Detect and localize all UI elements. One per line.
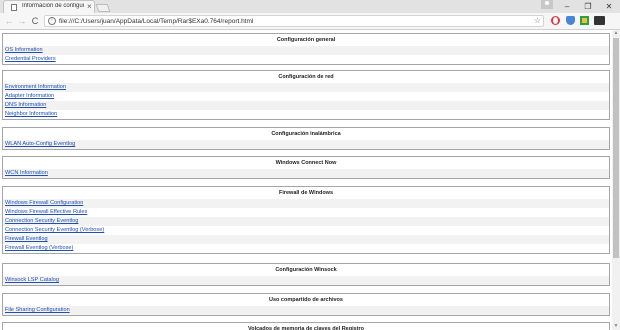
section-title: Volcados de memoria de claves del Regist… (247, 326, 365, 330)
report-link[interactable]: Windows Firewall Configuration (5, 200, 83, 206)
report-content: Configuración general OS Information Crede… (0, 30, 612, 330)
link-row: Connection Security Eventlog (Verbose) (3, 226, 609, 235)
report-section: Configuración general OS Information Crede… (2, 33, 610, 65)
report-link[interactable]: WLAN Auto-Config Eventlog (5, 141, 75, 147)
shield-extension-icon[interactable] (566, 16, 575, 25)
link-row: OS Information (3, 46, 609, 55)
scrollbar-thumb[interactable] (613, 38, 619, 258)
section-title: Firewall de Windows (278, 190, 334, 196)
report-section: Uso compartido de archivos File Sharing C… (2, 293, 610, 316)
report-link[interactable]: Credential Providers (5, 56, 56, 62)
link-row: Environment Information (3, 83, 609, 92)
forward-button[interactable]: → (16, 15, 28, 27)
report-link[interactable]: Connection Security Eventlog (Verbose) (5, 227, 104, 233)
scroll-down-arrow-icon[interactable]: ▼ (612, 323, 620, 330)
link-row: WCN Information (3, 169, 609, 178)
report-section: Configuración inalámbrica WLAN Auto-Confi… (2, 127, 610, 150)
report-link[interactable]: WCN Information (5, 170, 48, 176)
section-title: Configuración general (276, 37, 336, 43)
bookmark-star-icon[interactable]: ☆ (534, 16, 541, 26)
link-row: Firewall Eventlog (Verbose) (3, 244, 609, 253)
dark-extension-icon[interactable] (594, 16, 605, 25)
section-link-list: Environment Information Adapter Informati… (3, 83, 609, 119)
section-link-list: OS Information Credential Providers (3, 46, 609, 64)
report-link[interactable]: Environment Information (5, 84, 66, 90)
section-title: Uso compartido de archivos (269, 297, 343, 303)
report-link[interactable]: Windows Firewall Effective Rules (5, 209, 87, 215)
link-row: Adapter Information (3, 92, 609, 101)
report-link[interactable]: OS Information (5, 47, 43, 53)
vertical-scrollbar[interactable]: ▲ ▼ (612, 30, 620, 330)
report-link[interactable]: Adapter Information (5, 93, 54, 99)
opera-icon[interactable] (551, 16, 560, 25)
url-text[interactable]: file:///C:/Users/juan/AppData/Local/Temp… (59, 17, 253, 26)
section-link-list: Windows Firewall Configuration Windows Fi… (3, 199, 609, 253)
section-title: Configuración inalámbrica (271, 131, 341, 137)
section-title: Configuración Winsock (275, 267, 337, 273)
report-section: Firewall de Windows Windows Firewall Conf… (2, 186, 610, 254)
browser-toolbar: ← → C i file:///C:/Users/juan/AppData/Lo… (0, 13, 620, 39)
report-link[interactable]: Firewall Eventlog (5, 236, 48, 242)
tab-title: Información de configur (22, 3, 84, 9)
section-title: Configuración de red (278, 74, 334, 80)
minimize-button[interactable]: – (557, 0, 577, 13)
section-link-list: File Sharing Configuration (3, 306, 609, 315)
close-window-button[interactable]: ✕ (599, 0, 619, 13)
section-link-list: WCN Information (3, 169, 609, 178)
new-tab-button[interactable] (95, 4, 111, 12)
link-row: File Sharing Configuration (3, 306, 609, 315)
report-section: Configuración de red Environment Informat… (2, 70, 610, 120)
scroll-up-arrow-icon[interactable]: ▲ (612, 30, 620, 37)
document-icon (11, 4, 17, 11)
report-link[interactable]: DNS Information (5, 102, 46, 108)
green-extension-icon[interactable] (580, 16, 589, 25)
title-bar: Información de configur × – ❐ ✕ (0, 0, 620, 13)
info-icon[interactable]: i (48, 17, 56, 25)
section-link-list: Winsock LSP Catalog (3, 276, 609, 285)
report-section: Windows Connect Now WCN Information (2, 156, 610, 179)
back-button[interactable]: ← (3, 15, 15, 27)
address-bar[interactable]: i file:///C:/Users/juan/AppData/Local/Te… (44, 15, 544, 27)
report-link[interactable]: Firewall Eventlog (Verbose) (5, 245, 73, 251)
report-link[interactable]: Connection Security Eventlog (5, 218, 78, 224)
link-row: Connection Security Eventlog (3, 217, 609, 226)
report-link[interactable]: Neighbor Information (5, 111, 57, 117)
section-title: Windows Connect Now (275, 160, 337, 166)
browser-tab[interactable]: Información de configur × (3, 0, 95, 13)
link-row: DNS Information (3, 101, 609, 110)
link-row: Neighbor Information (3, 110, 609, 119)
link-row: Firewall Eventlog (3, 235, 609, 244)
report-link[interactable]: Winsock LSP Catalog (5, 277, 59, 283)
section-link-list: WLAN Auto-Config Eventlog (3, 140, 609, 149)
report-section: Volcados de memoria de claves del Regist… (2, 322, 610, 330)
link-row: Winsock LSP Catalog (3, 276, 609, 285)
report-section: Configuración Winsock Winsock LSP Catalog (2, 263, 610, 286)
tab-close-button[interactable]: × (87, 2, 92, 12)
link-row: Credential Providers (3, 55, 609, 64)
user-icon[interactable] (541, 0, 553, 9)
link-row: Windows Firewall Configuration (3, 199, 609, 208)
link-row: WLAN Auto-Config Eventlog (3, 140, 609, 149)
link-row: Windows Firewall Effective Rules (3, 208, 609, 217)
reload-button[interactable]: C (29, 15, 41, 27)
maximize-button[interactable]: ❐ (578, 0, 598, 13)
report-link[interactable]: File Sharing Configuration (5, 307, 70, 313)
